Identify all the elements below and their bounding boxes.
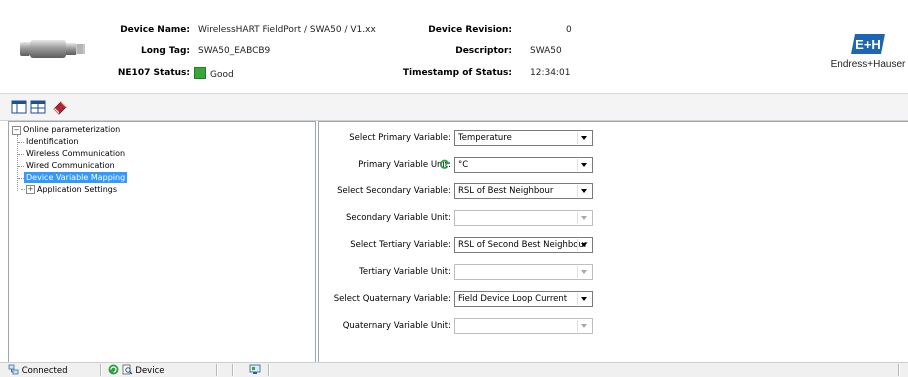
online-sync-icon [108,364,119,375]
primary-variable-unit-select[interactable]: °C [454,157,593,173]
refresh-icon[interactable] [439,159,450,170]
window-icon[interactable] [30,99,46,115]
chevron-down-icon[interactable] [577,185,591,197]
tree-item-identification[interactable]: Identification [26,136,78,147]
primary-variable-select[interactable]: Temperature [454,130,593,146]
variable-mapping-form: Select Primary Variable: Temperature Pri… [318,121,908,362]
descriptor-label: Descriptor: [455,46,512,56]
chevron-down-icon [577,320,591,332]
device-revision-label: Device Revision: [428,25,512,35]
timestamp-value: 12:34:01 [530,68,571,78]
secondary-variable-unit-select [454,210,593,226]
toolbar [0,93,908,121]
chevron-down-icon [577,266,591,278]
tree-item-application-settings[interactable]: Application Settings [37,184,117,195]
status-indicator-icon [194,67,206,79]
chevron-down-icon[interactable] [577,293,591,305]
connection-status-text: Connected [21,366,68,376]
navigation-tree: − Online parameterization Identification… [8,121,316,363]
expand-icon[interactable]: + [26,185,35,194]
device-name-value: WirelessHART FieldPort / SWA50 / V1.xx [198,25,376,35]
chevron-down-icon[interactable] [577,159,591,171]
timestamp-label: Timestamp of Status: [402,68,512,78]
tree-item-wired-communication[interactable]: Wired Communication [26,160,115,171]
device-header: Device Name: WirelessHART FieldPort / SW… [0,0,908,92]
device-mode: Device [108,364,164,376]
long-tag-value: SWA50_EABCB9 [198,46,271,56]
device-revision-value: 0 [566,25,572,35]
secondary-variable-unit-label: Secondary Variable Unit: [345,213,451,223]
ne107-status-text: Good [210,70,234,80]
device-image [20,40,85,58]
network-connected-icon [8,364,19,375]
status-bar: Connected Device [0,362,908,377]
tertiary-variable-label: Select Tertiary Variable: [350,240,451,250]
secondary-variable-label: Select Secondary Variable: [337,186,451,196]
secondary-variable-select[interactable]: RSL of Best Neighbour [454,183,593,199]
quaternary-variable-unit-label: Quaternary Variable Unit: [342,321,451,331]
tertiary-variable-unit-label: Tertiary Variable Unit: [359,267,451,277]
quaternary-variable-unit-select [454,318,593,334]
chevron-down-icon [577,212,591,224]
book-icon[interactable] [52,99,68,115]
tree-root-online-parameterization[interactable]: Online parameterization [23,124,120,135]
device-name-label: Device Name: [120,25,190,35]
connection-status: Connected [8,364,67,376]
brand-name: Endress+Hauser [830,59,906,70]
chevron-down-icon[interactable] [577,239,591,251]
device-search-icon [122,364,133,375]
device-mode-text: Device [135,366,165,376]
chevron-down-icon[interactable] [577,132,591,144]
layout-icon[interactable] [11,99,27,115]
ne107-status-label: NE107 Status: [117,68,190,78]
collapse-icon[interactable]: − [12,126,21,135]
quaternary-variable-label: Select Quaternary Variable: [333,294,451,304]
monitor-cell [249,364,261,376]
tertiary-variable-select[interactable]: RSL of Second Best Neighbour [454,237,593,253]
primary-variable-label: Select Primary Variable: [349,133,451,143]
monitor-icon [249,364,261,374]
primary-variable-unit-label: Primary Variable Unit: [358,160,451,170]
eh-logo-icon: E+H [851,34,885,54]
descriptor-value: SWA50 [530,46,562,56]
tree-item-device-variable-mapping[interactable]: Device Variable Mapping [24,172,128,183]
ne107-status-value: Good [194,67,234,80]
long-tag-label: Long Tag: [141,46,190,56]
tertiary-variable-unit-select [454,264,593,280]
brand-logo: E+H Endress+Hauser [828,34,908,70]
svg-text:E+H: E+H [855,37,881,52]
quaternary-variable-select[interactable]: Field Device Loop Current [454,291,593,307]
tree-item-wireless-communication[interactable]: Wireless Communication [26,148,125,159]
